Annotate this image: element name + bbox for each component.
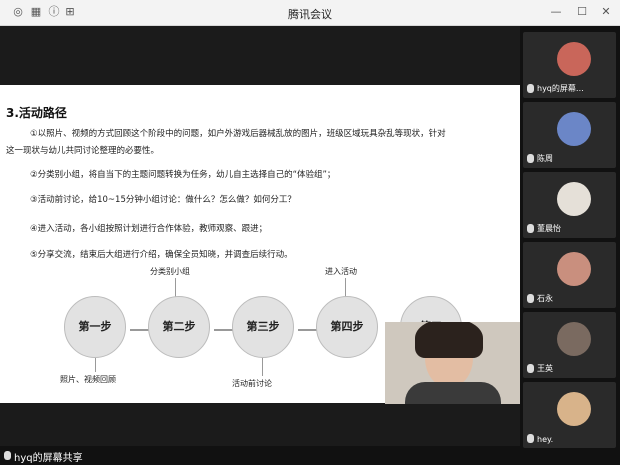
participant-tile[interactable]: 石永 [523, 242, 616, 308]
avatar [557, 42, 591, 76]
maximize-icon[interactable]: ☐ [574, 4, 590, 20]
mic-icon [527, 364, 534, 373]
avatar [557, 182, 591, 216]
close-icon[interactable]: ✕ [598, 4, 614, 20]
paragraph-1b: 这一现状与幼儿共同讨论整理的必要性。 [6, 146, 160, 156]
paragraph-4: ④进入活动，各小组按照计划进行合作体验，教师观察、跟进； [30, 224, 268, 234]
title-bar: ◎ ▦ ⓘ ⊞ 腾讯会议 — ☐ ✕ [0, 0, 620, 26]
participant-tile[interactable]: hyq的屏幕… [523, 32, 616, 98]
connector [175, 278, 176, 298]
window-title: 腾讯会议 [288, 8, 332, 21]
step-circle-4: 第四步 [316, 296, 378, 358]
mic-icon [4, 451, 11, 460]
participant-name: 董晨怡 [537, 224, 561, 233]
paragraph-3: ③活动前讨论，给10~15分钟小组讨论：做什么？怎么做？如何分工？ [30, 195, 296, 205]
step-label-below-1: 照片、视频回顾 [60, 375, 116, 384]
mic-icon [527, 434, 534, 443]
participant-tile[interactable]: hey. [523, 382, 616, 448]
mic-icon [527, 294, 534, 303]
participant-tile[interactable]: 陈周 [523, 102, 616, 168]
participant-name: hey. [537, 435, 554, 444]
mic-icon [527, 224, 534, 233]
connector [95, 358, 96, 372]
step-label-above-2: 分类别小组 [150, 267, 190, 276]
step-circle-2: 第二步 [148, 296, 210, 358]
paragraph-1: ①以照片、视频的方式回顾这个阶段中的问题，如户外游戏后器械乱放的图片，班级区域玩… [30, 129, 446, 139]
shoulders [405, 382, 501, 404]
connector [262, 358, 263, 376]
mic-icon [527, 154, 534, 163]
participant-name: 王英 [537, 364, 553, 373]
connector [345, 278, 346, 298]
avatar [557, 392, 591, 426]
paragraph-2: ②分类别小组，将自当下的主题问题转换为任务，幼儿自主选择自己的“体验组”； [30, 170, 336, 180]
slide-heading: 3.活动路径 [6, 106, 67, 120]
step-label-above-4: 进入活动 [325, 267, 357, 276]
avatar [557, 252, 591, 286]
avatar [557, 112, 591, 146]
paragraph-5: ⑤分享交流，结束后大组进行介绍，确保全员知晓，并调查后续行动。 [30, 250, 293, 260]
avatar [557, 322, 591, 356]
step-circle-3: 第三步 [232, 296, 294, 358]
participant-tile[interactable]: 董晨怡 [523, 172, 616, 238]
mic-icon [527, 84, 534, 93]
share-status-label: hyq的屏幕共享 [14, 453, 83, 464]
participant-name: 陈周 [537, 154, 553, 163]
participant-name: hyq的屏幕… [537, 84, 584, 93]
step-circle-1: 第一步 [64, 296, 126, 358]
participant-name: 石永 [537, 294, 553, 303]
step-label-below-3: 活动前讨论 [232, 379, 272, 388]
participant-tile[interactable]: 王英 [523, 312, 616, 378]
minimize-icon[interactable]: — [548, 4, 564, 20]
presenter-video[interactable] [385, 322, 520, 404]
hair [415, 322, 483, 358]
